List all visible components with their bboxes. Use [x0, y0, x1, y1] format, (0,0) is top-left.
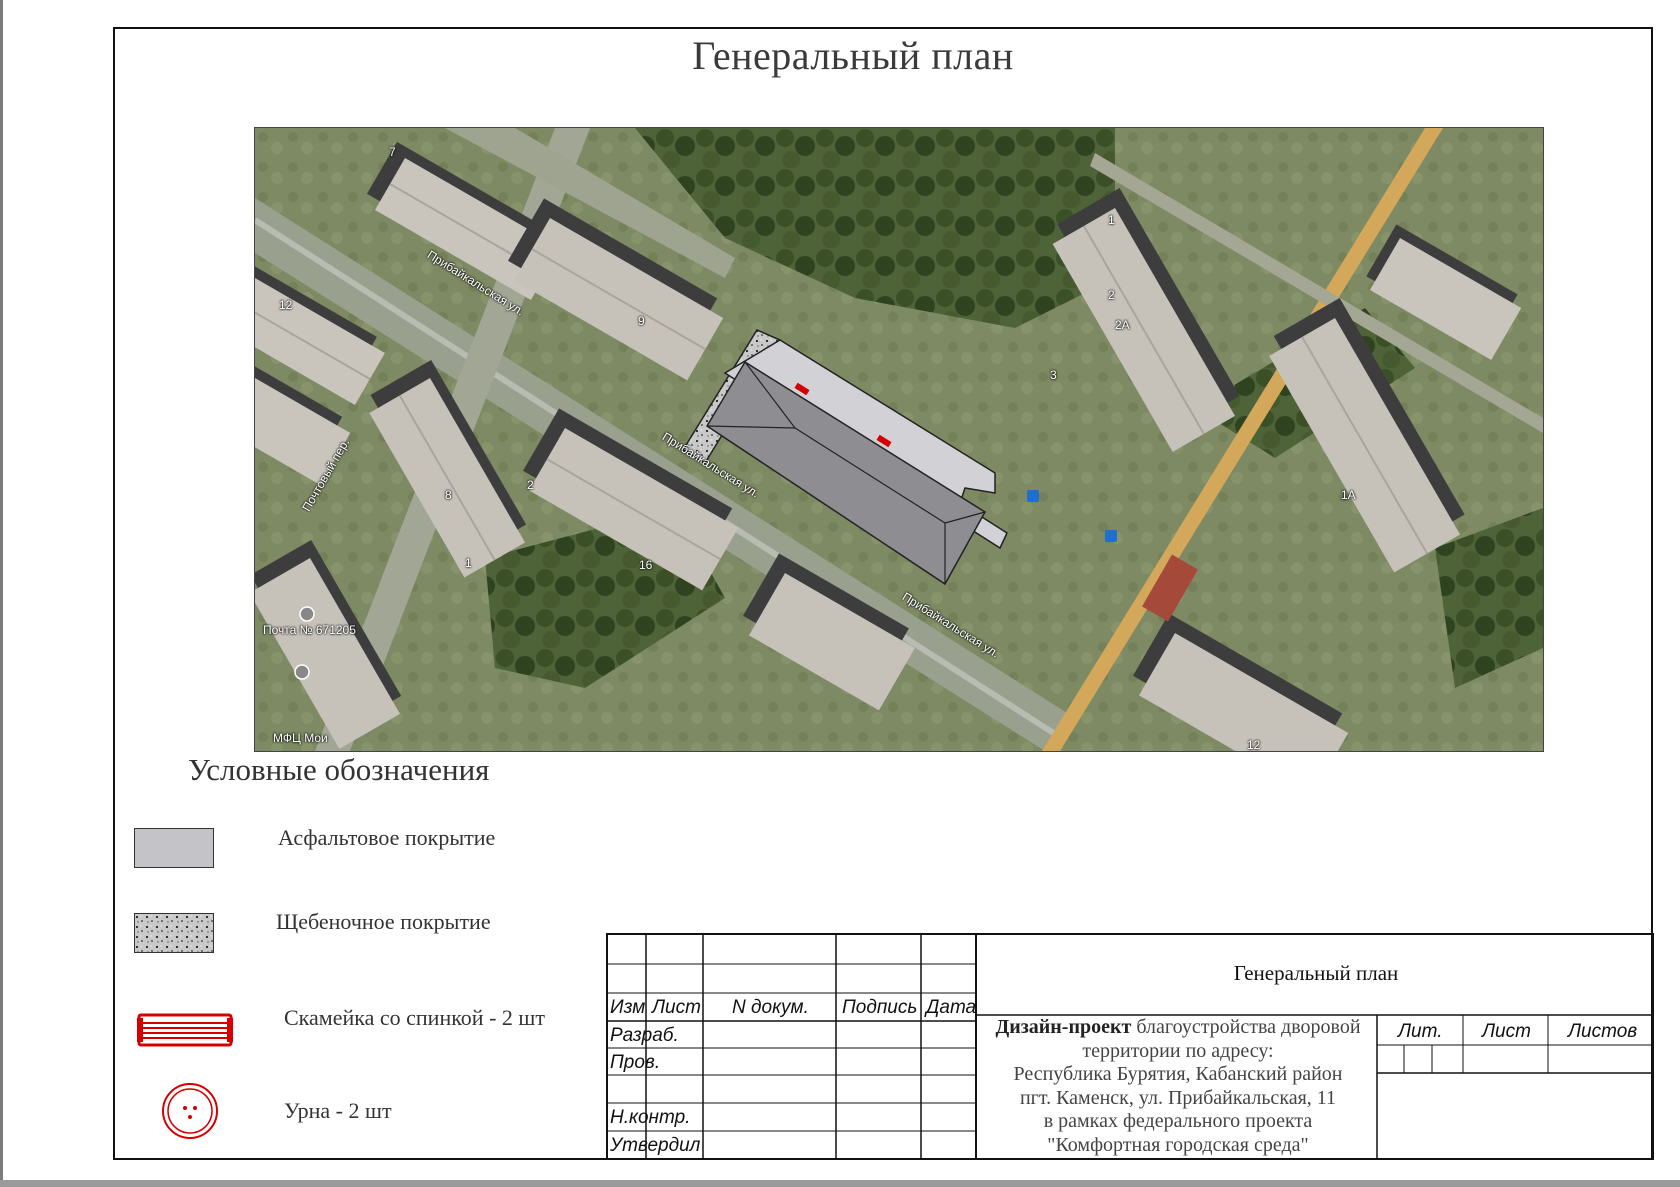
asphalt-swatch [134, 828, 214, 868]
page-left-edge [0, 0, 3, 1187]
house-number: 12 [279, 298, 293, 312]
legend-label-urn: Урна - 2 шт [284, 1098, 392, 1123]
stamp-role: Н.контр. [610, 1107, 691, 1128]
house-number: 1 [465, 556, 472, 570]
gravel-swatch [134, 913, 214, 953]
description-bold: Дизайн-проект [995, 1016, 1132, 1038]
description-line: пгт. Каменск, ул. Прибайкальская, 11 [1019, 1086, 1337, 1109]
stamp-sheet-label: Лист [1482, 1021, 1531, 1042]
map-canvas [255, 128, 1543, 751]
satellite-map: Прибайкальская ул. Прибайкальская ул. Пр… [254, 127, 1544, 752]
page-bottom-edge [0, 1180, 1680, 1187]
stamp-header-date: Дата [926, 997, 977, 1018]
stamp-role: Разраб. [610, 1025, 679, 1046]
house-number: 3 [1050, 368, 1057, 382]
description-line: территории по адресу: [1082, 1039, 1274, 1062]
stamp-role: Пров. [610, 1052, 661, 1073]
house-number: 16 [639, 558, 653, 572]
legend-label-asphalt: Асфальтовое покрытие [278, 825, 496, 850]
bench-icon [137, 1012, 233, 1053]
poi-label: МФЦ Мои [273, 731, 328, 745]
house-number: 8 [445, 488, 452, 502]
house-number: 2 [1108, 288, 1115, 302]
house-number: 1А [1341, 488, 1356, 502]
house-number: 7 [389, 145, 396, 159]
stamp-lit-label: Лит. [1398, 1021, 1443, 1042]
house-number: 2 [527, 478, 534, 492]
house-number: 2А [1115, 318, 1130, 332]
stamp-header-izm: Изм [610, 997, 646, 1018]
description-line: "Комфортная городская среда" [1047, 1133, 1309, 1156]
sheet-title: Генеральный план [1233, 961, 1399, 985]
post-office-icon [299, 606, 315, 622]
drawing-title: Генеральный план [692, 33, 1014, 78]
stamp-header-list: Лист [652, 997, 701, 1018]
legend-label-gravel: Щебеночное покрытие [276, 909, 491, 934]
bus-stop-icon [1105, 530, 1117, 542]
house-number: 12 [1247, 738, 1261, 752]
title-block: Изм Лист N докум. Подпись Дата Разраб. П… [606, 933, 1654, 1160]
bus-stop-icon [1027, 490, 1039, 502]
description-line: Республика Бурятия, Кабанский район [1013, 1063, 1343, 1085]
stamp-header-sign: Подпись [842, 997, 918, 1018]
stamp-sheets-label: Листов [1568, 1021, 1638, 1042]
house-number: 1 [1108, 213, 1115, 227]
mfc-icon [294, 664, 310, 680]
stamp-role: Утвердил [610, 1135, 701, 1156]
poi-label: Почта № 671205 [263, 623, 356, 637]
urn-icon [160, 1081, 220, 1146]
project-description: Дизайн-проект благоустройства дворовой т… [979, 1016, 1377, 1157]
house-number: 9 [638, 314, 645, 328]
stamp-header-doc: N докум. [732, 997, 809, 1018]
legend-title: Условные обозначения [188, 752, 490, 787]
legend-label-bench: Скамейка со спинкой - 2 шт [284, 1005, 545, 1030]
description-line: в рамках федерального проекта [1043, 1110, 1313, 1132]
description-line: благоустройства дворовой [1136, 1016, 1361, 1038]
